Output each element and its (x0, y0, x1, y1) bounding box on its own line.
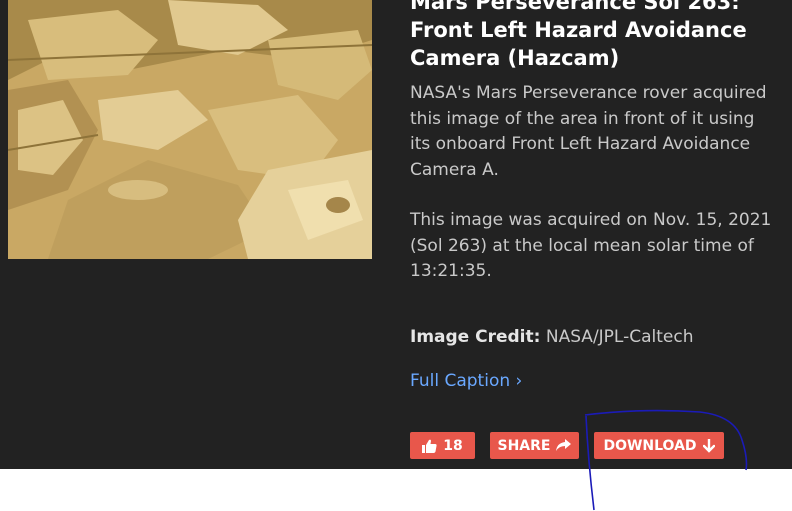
thumbs-up-icon (422, 439, 437, 453)
like-count: 18 (443, 437, 463, 454)
share-label: SHARE (497, 437, 551, 454)
image-title-line-2: Front Left Hazard Avoidance (410, 18, 747, 42)
description-paragraph-2: This image was acquired on Nov. 15, 2021… (410, 210, 772, 281)
full-caption-link[interactable]: Full Caption › (410, 371, 522, 391)
share-arrow-icon (556, 439, 572, 452)
download-button[interactable]: DOWNLOAD (594, 432, 724, 459)
image-detail-panel: Mars Perseverance Sol 263: Front Left Ha… (0, 0, 792, 469)
credit-value: NASA/JPL-Caltech (545, 327, 694, 347)
mars-rocks-image (8, 0, 372, 259)
image-credit: Image Credit: NASA/JPL-Caltech (410, 327, 694, 347)
image-title-line-1: Mars Perseverance Sol 263: (410, 0, 740, 14)
share-button[interactable]: SHARE (490, 432, 579, 459)
download-arrow-icon (702, 438, 715, 453)
mars-surface-photo[interactable] (8, 0, 372, 259)
image-title: Mars Perseverance Sol 263: Front Left Ha… (410, 0, 780, 72)
like-button[interactable]: 18 (410, 432, 475, 459)
credit-label: Image Credit: (410, 327, 541, 347)
description-paragraph-1: NASA's Mars Perseverance rover acquired … (410, 83, 767, 180)
image-description: NASA's Mars Perseverance rover acquired … (410, 81, 775, 310)
image-title-line-3: Camera (Hazcam) (410, 46, 620, 70)
download-label: DOWNLOAD (603, 437, 697, 454)
